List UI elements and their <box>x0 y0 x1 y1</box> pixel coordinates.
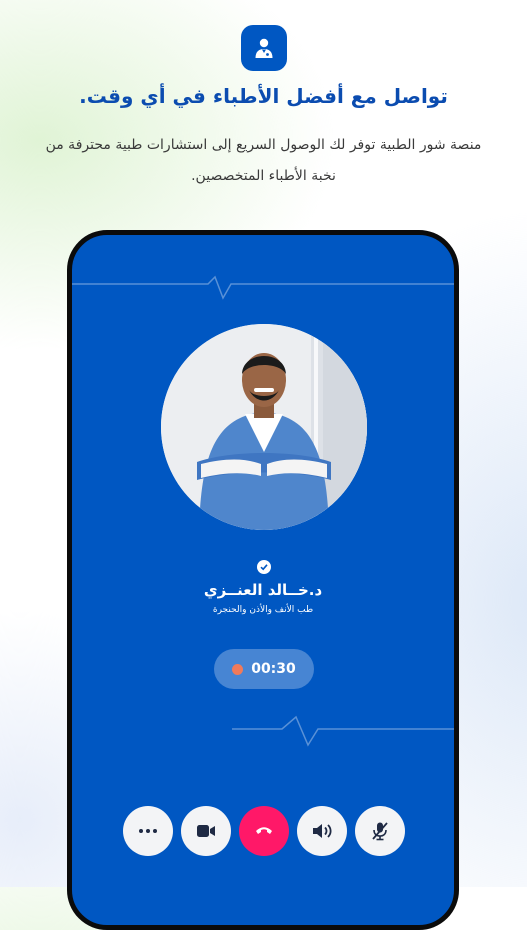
mic-off-icon <box>372 822 388 841</box>
phone-mockup: د.خــالد العنــزي طب الأنف والأذن والحنج… <box>67 230 459 930</box>
doctor-name: د.خــالد العنــزي <box>203 581 323 599</box>
headline: تواصل مع أفضل الأطباء في أي وقت. <box>79 84 448 108</box>
more-options-button[interactable] <box>123 806 173 856</box>
description: منصة شور الطبية توفر لك الوصول السريع إل… <box>45 137 482 184</box>
recording-dot-icon <box>232 663 244 675</box>
doctor-photo <box>161 324 367 530</box>
video-camera-icon <box>197 825 215 837</box>
doctor-specialty: طب الأنف والأذن والحنجرة <box>212 605 314 615</box>
call-timer: 00:30 <box>214 649 314 689</box>
call-controls <box>123 806 405 856</box>
speaker-icon <box>313 824 332 838</box>
speaker-button[interactable] <box>297 806 347 856</box>
heartbeat-line-bottom <box>232 715 454 747</box>
video-toggle-button[interactable] <box>181 806 231 856</box>
phone-hangup-icon <box>256 827 272 834</box>
verified-check-icon <box>257 560 271 574</box>
end-call-button[interactable] <box>239 806 289 856</box>
call-duration: 00:30 <box>251 661 296 677</box>
doctor-icon <box>241 25 287 71</box>
mute-mic-button[interactable] <box>355 806 405 856</box>
heartbeat-line-top <box>72 275 454 300</box>
more-dots-icon <box>139 829 157 833</box>
